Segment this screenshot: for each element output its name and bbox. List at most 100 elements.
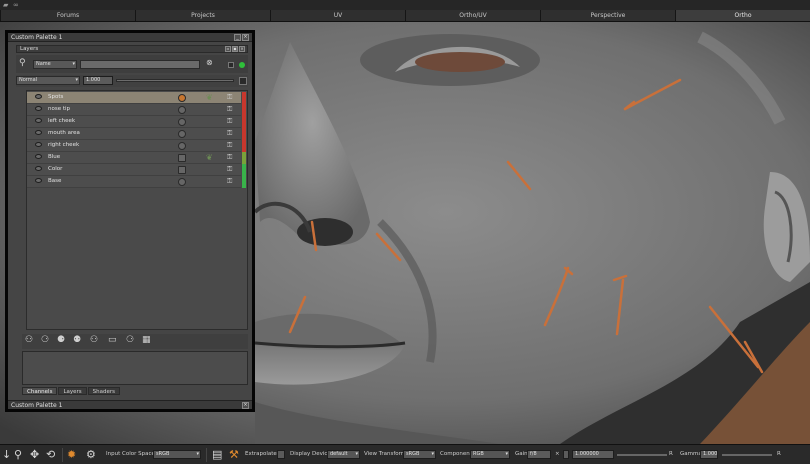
lock-icon[interactable]: ⚿	[227, 141, 232, 150]
viewport-tabs: Forums Projects UV Ortho/UV Perspective …	[0, 10, 810, 22]
lock-icon[interactable]: ⚿	[227, 165, 232, 174]
grid-icon[interactable]: ▦	[142, 335, 151, 345]
blend-mode-icon[interactable]	[178, 106, 186, 114]
component-dropdown[interactable]: RGB ▾	[470, 450, 510, 459]
layer-name: Blue	[48, 154, 61, 160]
custom-palette[interactable]: Custom Palette 1 _ × Layers ▫ ▣ × ⚲ Name…	[5, 30, 255, 412]
exposure-field[interactable]: 1.000000	[572, 450, 614, 459]
lock-icon[interactable]: ⚿	[227, 153, 232, 162]
layer-row[interactable]: Base ⚿	[27, 176, 246, 188]
layer-row[interactable]: Color ⚿	[27, 164, 246, 176]
visibility-eye-icon[interactable]	[35, 142, 42, 147]
lock-icon[interactable]: ⚿	[227, 93, 232, 102]
settings-icon[interactable]: ⚙	[86, 448, 96, 461]
clear-search-icon[interactable]: ⊗	[206, 58, 213, 67]
duplicate-layer-icon[interactable]: ⚇	[90, 335, 98, 345]
exposure-slider[interactable]	[617, 454, 667, 456]
palette-title-bar[interactable]: Custom Palette 1 _ ×	[8, 33, 252, 42]
group-layer-icon[interactable]: ⚆	[126, 335, 134, 345]
blend-mode-icon[interactable]	[178, 118, 186, 126]
tab-uv[interactable]: UV	[270, 10, 405, 21]
blend-mode-icon[interactable]	[178, 178, 186, 186]
search-mode-dropdown[interactable]: Name ▾	[33, 60, 77, 69]
blend-mode-icon[interactable]	[178, 166, 186, 174]
lock-icon[interactable]: ⚿	[227, 117, 232, 126]
lock-icon[interactable]: ⚿	[227, 105, 232, 114]
layer-color-bar	[242, 152, 246, 164]
gamma-label: Gamma	[680, 451, 702, 457]
layer-color-bar	[242, 176, 246, 188]
visibility-eye-icon[interactable]	[35, 178, 42, 183]
link-icon[interactable]: ∞	[13, 1, 19, 9]
paint-brush-icon[interactable]: ✹	[67, 448, 76, 461]
document-icon[interactable]: ▤	[212, 448, 222, 461]
input-color-space-dropdown[interactable]: sRGB ▾	[153, 450, 201, 459]
layer-row[interactable]: left cheek ⚿	[27, 116, 246, 128]
tab-shaders[interactable]: Shaders	[87, 387, 121, 395]
leaf-icon[interactable]: ❦	[206, 153, 213, 162]
gamma-reset-icon[interactable]: R	[777, 451, 781, 457]
palette-footer-bar[interactable]: Custom Palette 1 ×	[8, 400, 252, 409]
tab-layers[interactable]: Layers	[58, 387, 87, 395]
display-device-value: default	[330, 451, 348, 457]
lock-icon[interactable]: ⚿	[227, 129, 232, 138]
visibility-eye-icon[interactable]	[35, 166, 42, 171]
lock-icon[interactable]: ⚿	[227, 177, 232, 186]
minimize-button[interactable]: _	[234, 34, 241, 41]
tab-projects[interactable]: Projects	[135, 10, 270, 21]
layer-row[interactable]: Spots ❦ ⚿	[27, 92, 246, 104]
blend-mode-icon[interactable]	[178, 130, 186, 138]
tab-ortho[interactable]: Ortho	[675, 10, 810, 21]
leaf-icon[interactable]: ❦	[206, 93, 213, 102]
gamma-field[interactable]: 1.000	[700, 450, 718, 459]
search-icon[interactable]: ⚲	[19, 58, 26, 68]
filter-toggle[interactable]	[228, 62, 234, 68]
blend-mode-icon[interactable]	[178, 154, 186, 162]
footer-close-button[interactable]: ×	[242, 402, 249, 409]
add-mask-icon[interactable]: ⚈	[57, 335, 65, 345]
panel-float-button[interactable]: ▣	[232, 46, 238, 52]
gain-reset-icon[interactable]: ×	[555, 451, 560, 457]
panel-close-button[interactable]: ×	[239, 46, 245, 52]
tab-forums[interactable]: Forums	[0, 10, 135, 21]
opacity-slider[interactable]	[116, 79, 234, 82]
close-button[interactable]: ×	[242, 34, 249, 41]
add-channel-icon[interactable]: ⚉	[73, 335, 81, 345]
gain-field[interactable]: f/8	[527, 450, 551, 459]
visibility-eye-icon[interactable]	[35, 130, 42, 135]
panel-pin-button[interactable]: ▫	[225, 46, 231, 52]
tab-perspective[interactable]: Perspective	[540, 10, 675, 21]
visibility-eye-icon[interactable]	[35, 118, 42, 123]
layers-panel-header[interactable]: Layers ▫ ▣ ×	[16, 45, 248, 53]
tab-channels[interactable]: Channels	[22, 387, 58, 395]
extrapolate-icon[interactable]: ⚒	[229, 448, 239, 461]
tab-ortho-uv[interactable]: Ortho/UV	[405, 10, 540, 21]
arrow-down-icon[interactable]: ↓	[2, 448, 11, 461]
pan-icon[interactable]: ✥	[30, 448, 39, 461]
layer-row[interactable]: mouth area ⚿	[27, 128, 246, 140]
visibility-eye-icon[interactable]	[35, 94, 42, 99]
layer-search-input[interactable]	[80, 60, 200, 69]
exposure-reset-icon[interactable]: R	[669, 451, 673, 457]
opacity-field[interactable]: 1.000	[83, 76, 113, 85]
layer-row[interactable]: right cheek ⚿	[27, 140, 246, 152]
gamma-slider[interactable]	[722, 454, 772, 456]
layer-row[interactable]: Blue ❦ ⚿	[27, 152, 246, 164]
blend-mode-icon[interactable]	[178, 142, 186, 150]
add-adjustment-layer-icon[interactable]: ⚆	[41, 335, 49, 345]
visibility-eye-icon[interactable]	[35, 106, 42, 111]
slider-reset-button[interactable]	[239, 77, 247, 85]
layer-row[interactable]: nose tip ⚿	[27, 104, 246, 116]
view-transform-dropdown[interactable]: sRGB ▾	[403, 450, 436, 459]
visibility-eye-icon[interactable]	[35, 154, 42, 159]
blend-mode-dropdown[interactable]: Normal ▾	[16, 76, 80, 85]
extrapolate-checkbox[interactable]	[277, 450, 285, 459]
tool-icon[interactable]: ▰	[3, 1, 8, 9]
rotate-icon[interactable]: ⟲	[46, 448, 55, 461]
merge-layer-icon[interactable]: ▭	[108, 335, 117, 345]
blend-mode-icon[interactable]	[178, 94, 186, 102]
display-device-dropdown[interactable]: default ▾	[327, 450, 360, 459]
gain-lock-toggle[interactable]	[563, 450, 569, 459]
add-paint-layer-icon[interactable]: ⚇	[25, 335, 33, 345]
zoom-icon[interactable]: ⚲	[14, 448, 22, 461]
